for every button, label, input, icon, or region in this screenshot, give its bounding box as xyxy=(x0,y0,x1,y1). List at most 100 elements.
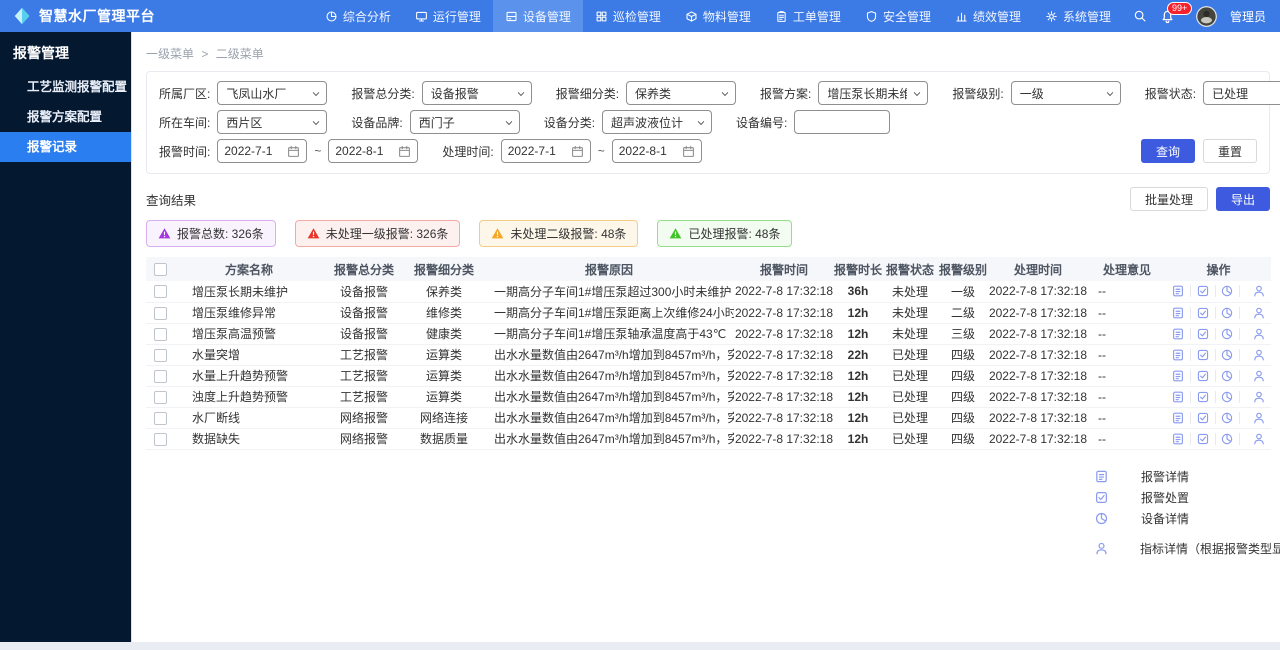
indicator-detail-button[interactable] xyxy=(1247,432,1271,446)
indicator-detail-button[interactable] xyxy=(1247,411,1271,425)
cell-actions xyxy=(1166,323,1271,344)
nav-item-inspection[interactable]: 巡检管理 xyxy=(583,0,673,32)
sidebar-item-process-monitor-alarm-config[interactable]: 工艺监测报警配置 xyxy=(0,72,131,102)
sidebar-item-alarm-plan-config[interactable]: 报警方案配置 xyxy=(0,102,131,132)
nav-item-workorder[interactable]: 工单管理 xyxy=(763,0,853,32)
row-checkbox[interactable] xyxy=(153,327,167,341)
indicator-detail-icon xyxy=(1254,328,1264,339)
alarm-handle-button[interactable] xyxy=(1191,284,1215,298)
device-detail-button[interactable] xyxy=(1215,432,1239,446)
alarm-detail-button[interactable] xyxy=(1166,411,1190,425)
nav-item-operation[interactable]: 运行管理 xyxy=(403,0,493,32)
alarm-detail-button[interactable] xyxy=(1166,369,1190,383)
nav-item-performance[interactable]: 绩效管理 xyxy=(943,0,1033,32)
alarm-handle-icon xyxy=(1197,433,1208,444)
alarm-handle-button[interactable] xyxy=(1191,306,1215,320)
workshop-select[interactable]: 西片区 xyxy=(217,110,328,134)
device-detail-button[interactable] xyxy=(1215,390,1239,404)
row-checkbox[interactable] xyxy=(153,411,167,425)
indicator-detail-button[interactable] xyxy=(1247,369,1271,383)
device-detail-button[interactable] xyxy=(1215,306,1239,320)
chevron-down-icon xyxy=(313,92,320,96)
filter-panel: 所属厂区: 飞凤山水厂 报警总分类: 设备报警 报警细分类: 保养类 报警方案: 增压泵长期未… xyxy=(146,71,1280,174)
user-name[interactable]: 管理员 xyxy=(1230,8,1266,25)
device-detail-icon xyxy=(1221,433,1233,444)
badge-total: 报警总数: 326条 xyxy=(146,220,276,247)
indicator-detail-button[interactable] xyxy=(1247,390,1271,404)
alarm-handle-button[interactable] xyxy=(1191,348,1215,362)
nav-item-device[interactable]: 设备管理 xyxy=(492,0,583,32)
row-checkbox[interactable] xyxy=(153,306,167,320)
row-checkbox[interactable] xyxy=(153,369,167,383)
alarm-detail-button[interactable] xyxy=(1166,432,1190,446)
indicator-detail-button[interactable] xyxy=(1247,306,1271,320)
select-all-checkbox[interactable] xyxy=(153,263,167,277)
nav-item-system[interactable]: 系统管理 xyxy=(1033,0,1123,32)
column-header: 报警原因 xyxy=(484,257,734,281)
alarm-handle-icon xyxy=(1197,307,1208,318)
indicator-detail-button[interactable] xyxy=(1247,348,1271,362)
alarm-handle-button[interactable] xyxy=(1191,369,1215,383)
breadcrumb-level1[interactable]: 一级菜单 xyxy=(146,47,194,61)
handle-time-to[interactable]: 2022-8-1 xyxy=(611,139,702,163)
alarm-level-select[interactable]: 一级 xyxy=(1010,81,1121,105)
cell-status: 已处理 xyxy=(891,369,928,383)
alarm-main-category-select[interactable]: 设备报警 xyxy=(421,81,532,105)
system-icon xyxy=(1046,10,1057,22)
alarm-detail-button[interactable] xyxy=(1166,327,1190,341)
nav-item-safety[interactable]: 安全管理 xyxy=(853,0,943,32)
device-detail-button[interactable] xyxy=(1215,284,1239,298)
nav-item-label: 工单管理 xyxy=(792,9,841,24)
sidebar-menu: 工艺监测报警配置 报警方案配置 报警记录 xyxy=(0,72,131,162)
device-category-select[interactable]: 超声波液位计 xyxy=(602,110,713,134)
indicator-detail-button[interactable] xyxy=(1247,284,1271,298)
device-category-value: 超声波液位计 xyxy=(611,115,684,130)
device-detail-button[interactable] xyxy=(1215,369,1239,383)
device-detail-icon xyxy=(1095,512,1108,524)
notification-bell[interactable]: 99+ xyxy=(1160,1,1193,24)
plant-area-select[interactable]: 飞凤山水厂 xyxy=(217,81,328,105)
alarm-plan-select[interactable]: 增压泵长期未维 xyxy=(818,81,929,105)
alarm-time-to[interactable]: 2022-8-1 xyxy=(328,139,419,163)
device-detail-button[interactable] xyxy=(1215,411,1239,425)
reset-button[interactable]: 重置 xyxy=(1202,139,1257,163)
device-detail-button[interactable] xyxy=(1215,348,1239,362)
row-checkbox[interactable] xyxy=(153,348,167,362)
device-no-input[interactable] xyxy=(794,110,891,134)
alarm-detail-button[interactable] xyxy=(1166,306,1190,320)
alarm-detail-button[interactable] xyxy=(1166,390,1190,404)
handle-time-from[interactable]: 2022-7-1 xyxy=(500,139,591,163)
row-checkbox[interactable] xyxy=(153,285,167,299)
alarm-sub-category-select[interactable]: 保养类 xyxy=(626,81,737,105)
nav-item-label: 绩效管理 xyxy=(972,9,1021,24)
row-checkbox[interactable] xyxy=(153,432,167,446)
nav-item-material[interactable]: 物料管理 xyxy=(673,0,763,32)
indicator-detail-button[interactable] xyxy=(1247,327,1271,341)
device-brand-select[interactable]: 西门子 xyxy=(409,110,520,134)
search-icon[interactable] xyxy=(1133,9,1147,23)
alarm-detail-button[interactable] xyxy=(1166,348,1190,362)
alarm-handle-button[interactable] xyxy=(1191,390,1215,404)
indicator-detail-icon xyxy=(1254,433,1264,444)
alarm-status-select[interactable]: 已处理 xyxy=(1203,81,1280,105)
alarm-detail-button[interactable] xyxy=(1166,284,1190,298)
cell-category: 网络报警 xyxy=(339,411,388,425)
avatar[interactable] xyxy=(1195,5,1217,27)
query-button[interactable]: 查询 xyxy=(1140,139,1195,163)
alarm-time-label: 报警时间: xyxy=(159,144,211,159)
device-detail-button[interactable] xyxy=(1215,327,1239,341)
calendar-icon xyxy=(571,145,583,157)
alarm-handle-button[interactable] xyxy=(1191,411,1215,425)
cell-subcategory: 运算类 xyxy=(425,369,462,383)
alarm-time-from[interactable]: 2022-7-1 xyxy=(217,139,308,163)
sidebar-item-alarm-records[interactable]: 报警记录 xyxy=(0,132,131,162)
range-separator: ~ xyxy=(314,144,322,158)
filter-label: 所属厂区: xyxy=(159,86,211,101)
row-checkbox[interactable] xyxy=(153,390,167,404)
nav-item-analysis[interactable]: 综合分析 xyxy=(313,0,403,32)
batch-handle-button[interactable]: 批量处理 xyxy=(1129,187,1208,211)
alarm-handle-button[interactable] xyxy=(1191,432,1215,446)
export-button[interactable]: 导出 xyxy=(1215,187,1270,211)
indicator-detail-icon xyxy=(1254,370,1264,381)
alarm-handle-button[interactable] xyxy=(1191,327,1215,341)
